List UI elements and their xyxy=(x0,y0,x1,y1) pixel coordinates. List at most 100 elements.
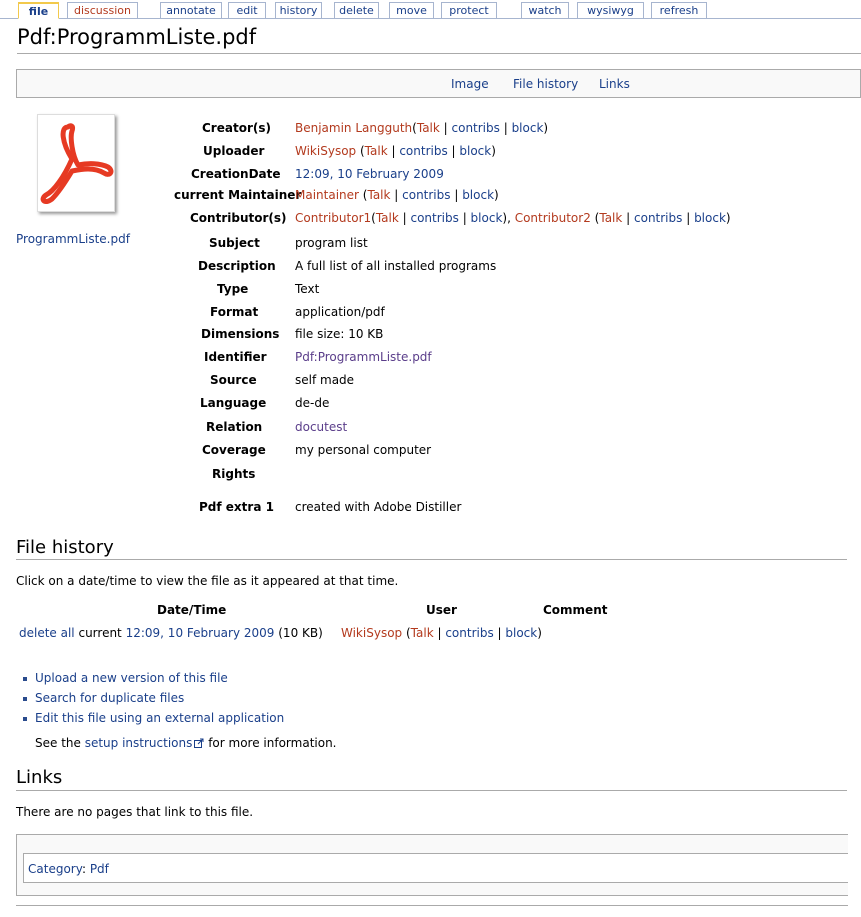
toc-file-history-link[interactable]: File history xyxy=(513,77,578,91)
contributor1-contribs-link[interactable]: contribs xyxy=(410,211,458,225)
meta-value-coverage: my personal computer xyxy=(295,443,432,457)
meta-label-uploader: Uploader xyxy=(203,144,265,158)
meta-value-identifier: Pdf:ProgrammListe.pdf xyxy=(295,350,432,364)
meta-label-pdf-extra: Pdf extra 1 xyxy=(199,500,274,514)
external-link-icon xyxy=(194,738,204,748)
meta-value-dimensions: file size: 10 KB xyxy=(295,327,384,341)
uploader-block-link[interactable]: block xyxy=(459,144,491,158)
meta-label-relation: Relation xyxy=(206,420,263,434)
category-label-link[interactable]: Category xyxy=(28,862,82,876)
delete-all-link[interactable]: delete all xyxy=(19,626,75,640)
contributor2-talk-link[interactable]: Talk xyxy=(599,211,622,225)
tab-edit[interactable]: edit xyxy=(228,2,266,18)
meta-value-description: A full list of all installed programs xyxy=(295,259,497,273)
title-divider xyxy=(17,53,861,54)
tab-annotate[interactable]: annotate xyxy=(160,2,222,18)
creator-contribs-link[interactable]: contribs xyxy=(452,121,500,135)
tab-file[interactable]: file xyxy=(18,2,59,19)
creation-date-link[interactable]: 12:09, 10 February 2009 xyxy=(295,167,444,181)
history-contribs-link[interactable]: contribs xyxy=(445,626,493,640)
creator-block-link[interactable]: block xyxy=(512,121,544,135)
tab-history[interactable]: history xyxy=(275,2,322,18)
tab-wysiwyg[interactable]: wysiwyg xyxy=(577,2,644,18)
category-pdf-link[interactable]: Pdf xyxy=(90,862,109,876)
meta-value-source: self made xyxy=(295,373,355,387)
setup-instructions-link[interactable]: setup instructions xyxy=(85,736,193,750)
meta-value-uploader: WikiSysop (Talk | contribs | block) xyxy=(295,144,496,158)
maintainer-user-link[interactable]: Maintainer xyxy=(295,188,359,202)
file-thumbnail[interactable] xyxy=(37,114,115,212)
creator-user-link[interactable]: Benjamin Langguth xyxy=(295,121,412,135)
history-talk-link[interactable]: Talk xyxy=(411,626,434,640)
history-datetime-link[interactable]: 12:09, 10 February 2009 xyxy=(126,626,275,640)
meta-label-description: Description xyxy=(198,259,276,273)
maintainer-block-link[interactable]: block xyxy=(462,188,494,202)
tab-delete[interactable]: delete xyxy=(334,2,379,18)
links-heading: Links xyxy=(16,767,63,788)
bullet-icon xyxy=(23,677,27,681)
uploader-talk-link[interactable]: Talk xyxy=(365,144,388,158)
meta-label-subject: Subject xyxy=(209,236,260,250)
thumbnail-caption-link[interactable]: ProgrammListe.pdf xyxy=(16,232,130,246)
links-text: There are no pages that link to this fil… xyxy=(16,805,254,819)
history-block-link[interactable]: block xyxy=(505,626,537,640)
meta-label-language: Language xyxy=(200,396,267,410)
meta-label-identifier: Identifier xyxy=(204,350,267,364)
tab-watch[interactable]: watch xyxy=(521,2,569,18)
category-inner-box xyxy=(23,853,848,883)
contributor1-talk-link[interactable]: Talk xyxy=(376,211,399,225)
contributor1-user-link[interactable]: Contributor1 xyxy=(295,211,371,225)
page-title: Pdf:ProgrammListe.pdf xyxy=(17,25,257,49)
creator-talk-link[interactable]: Talk xyxy=(417,121,440,135)
tab-bar: file discussion annotate edit history de… xyxy=(0,0,861,19)
meta-value-format: application/pdf xyxy=(295,305,385,319)
see-the-text: See the xyxy=(35,736,81,750)
meta-value-pdf-extra: created with Adobe Distiller xyxy=(295,500,462,514)
bottom-divider xyxy=(16,905,848,906)
meta-label-source: Source xyxy=(210,373,257,387)
file-history-divider xyxy=(16,559,847,560)
upload-new-version-link[interactable]: Upload a new version of this file xyxy=(35,671,228,685)
meta-value-creation-date: 12:09, 10 February 2009 xyxy=(295,167,444,181)
links-divider xyxy=(16,790,847,791)
toc-image-link[interactable]: Image xyxy=(451,77,489,91)
uploader-contribs-link[interactable]: contribs xyxy=(399,144,447,158)
bullet-icon xyxy=(23,717,27,721)
toc-links-link[interactable]: Links xyxy=(599,77,630,91)
meta-label-format: Format xyxy=(210,305,259,319)
file-history-heading: File history xyxy=(16,537,114,558)
meta-value-creator: Benjamin Langguth(Talk | contribs | bloc… xyxy=(295,121,549,135)
contributor2-user-link[interactable]: Contributor2 xyxy=(515,211,591,225)
meta-value-relation: docutest xyxy=(295,420,347,434)
tab-discussion[interactable]: discussion xyxy=(67,2,138,18)
meta-value-maintainer: Maintainer (Talk | contribs | block) xyxy=(295,188,499,202)
meta-value-type: Text xyxy=(295,282,320,296)
edit-external-link[interactable]: Edit this file using an external applica… xyxy=(35,711,284,725)
history-user-link[interactable]: WikiSysop xyxy=(341,626,402,640)
meta-label-creator: Creator(s) xyxy=(202,121,271,135)
meta-label-contributors: Contributor(s) xyxy=(190,211,287,225)
search-duplicates-link[interactable]: Search for duplicate files xyxy=(35,691,184,705)
contributor1-block-link[interactable]: block xyxy=(471,211,503,225)
uploader-user-link[interactable]: WikiSysop xyxy=(295,144,356,158)
identifier-link[interactable]: Pdf:ProgrammListe.pdf xyxy=(295,350,432,364)
meta-label-maintainer: current Maintainer xyxy=(174,188,302,202)
meta-label-dimensions: Dimensions xyxy=(201,327,280,341)
meta-value-contributors: Contributor1(Talk | contribs | block), C… xyxy=(295,211,731,225)
history-size: (10 KB) xyxy=(278,626,323,640)
meta-label-creation-date: CreationDate xyxy=(191,167,281,181)
tab-protect[interactable]: protect xyxy=(441,2,497,18)
maintainer-contribs-link[interactable]: contribs xyxy=(402,188,450,202)
contributor2-block-link[interactable]: block xyxy=(694,211,726,225)
relation-link[interactable]: docutest xyxy=(295,420,347,434)
contributor2-contribs-link[interactable]: contribs xyxy=(634,211,682,225)
file-toc: Image File history Links xyxy=(16,69,861,98)
tab-move[interactable]: move xyxy=(389,2,434,18)
tab-refresh[interactable]: refresh xyxy=(651,2,707,18)
maintainer-talk-link[interactable]: Talk xyxy=(367,188,390,202)
column-header-comment: Comment xyxy=(543,603,608,617)
column-header-datetime: Date/Time xyxy=(157,603,227,617)
setup-instructions-line: See the setup instructions for more info… xyxy=(35,736,337,750)
bullet-icon xyxy=(23,697,27,701)
history-row: delete all current 12:09, 10 February 20… xyxy=(19,626,323,640)
